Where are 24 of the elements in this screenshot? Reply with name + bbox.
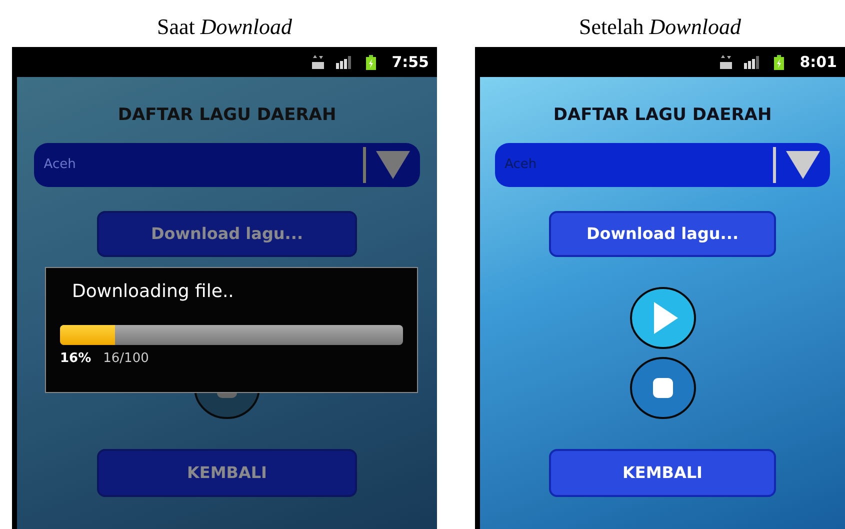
dropdown-arrow-icon	[786, 151, 820, 179]
download-button[interactable]: Download lagu...	[96, 211, 358, 257]
back-button[interactable]: KEMBALI	[549, 449, 776, 497]
signal-icon	[336, 56, 354, 68]
download-button[interactable]: Download lagu...	[549, 211, 776, 257]
figure-caption: Saat Download	[156, 13, 292, 41]
status-time: 8:01	[800, 52, 837, 73]
screen-title: DAFTAR LAGU DAERAH	[553, 105, 772, 125]
stop-button[interactable]	[630, 357, 696, 419]
progress-percent: 16%	[60, 350, 92, 368]
progress-count: 16/100	[103, 350, 149, 368]
status-time: 7:55	[392, 52, 429, 73]
screen-title: DAFTAR LAGU DAERAH	[118, 105, 336, 125]
back-button[interactable]: KEMBALI	[96, 449, 358, 497]
network-3g-icon	[720, 55, 732, 69]
play-button[interactable]	[630, 287, 696, 349]
region-dropdown[interactable]: Aceh	[34, 143, 420, 187]
battery-icon	[366, 54, 376, 70]
figure-caption: Setelah Download	[579, 13, 741, 41]
battery-icon	[774, 54, 784, 70]
network-3g-icon	[312, 55, 324, 69]
dropdown-arrow-icon	[376, 151, 410, 179]
dialog-message: Downloading file..	[72, 280, 235, 304]
signal-icon	[744, 56, 762, 68]
